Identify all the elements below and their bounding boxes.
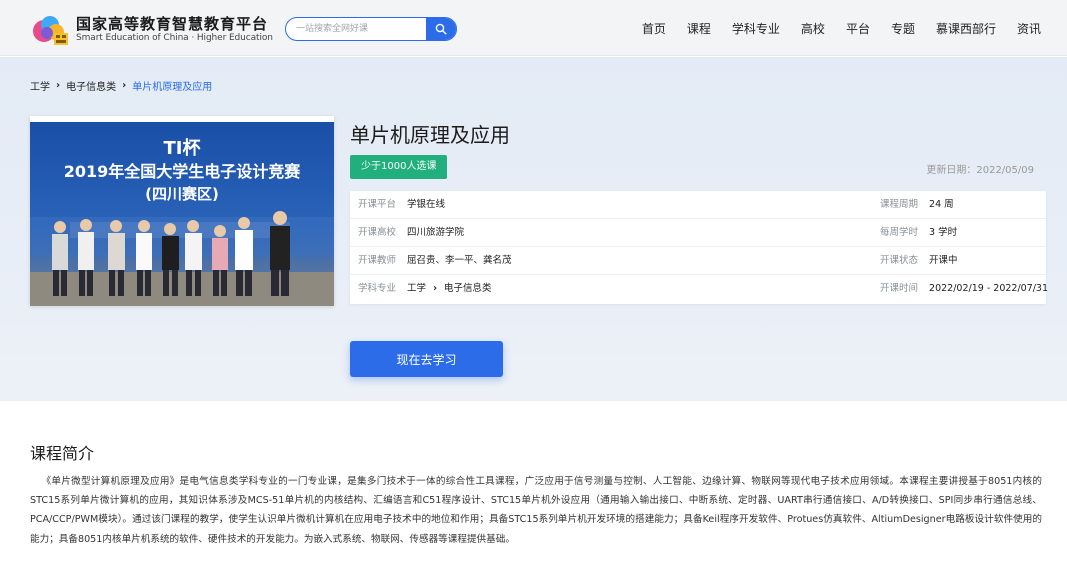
nav-courses[interactable]: 课程 — [687, 20, 711, 37]
nav-universities[interactable]: 高校 — [801, 20, 825, 37]
teachers-label: 开课教师 — [358, 255, 397, 266]
breadcrumb-current: 单片机原理及应用 — [132, 82, 213, 93]
breadcrumb-engineering[interactable]: 工学 — [30, 78, 50, 93]
logo-title-en: Smart Education of China · Higher Educat… — [76, 33, 273, 43]
school-value[interactable]: 四川旅游学院 — [407, 227, 464, 238]
weekly-hours-label: 每周学时 — [880, 227, 919, 238]
course-intro-section: 课程简介 《单片微型计算机原理及应用》是电气信息类学科专业的一门专业课，是集多门… — [0, 401, 1067, 570]
nav-news[interactable]: 资讯 — [1017, 20, 1041, 37]
intro-text: 《单片微型计算机原理及应用》是电气信息类学科专业的一门专业课，是集多门技术于一体… — [30, 476, 1042, 545]
platform-value[interactable]: 学银在线 — [407, 199, 445, 210]
enrollment-badge: 少于1000人选课 — [350, 155, 448, 179]
search-icon — [435, 23, 447, 35]
teachers-value: 屈召贵、李一平、龚名茂 — [407, 255, 512, 266]
nav-topics[interactable]: 专题 — [891, 20, 915, 37]
intro-title: 课程简介 — [30, 444, 95, 463]
cover-line-1: TI杯 — [164, 137, 202, 159]
breadcrumb: 工学 › 电子信息类 › 单片机原理及应用 — [30, 78, 212, 93]
cover-line-3: (四川赛区) — [145, 185, 219, 203]
subject-value-engineering[interactable]: 工学 — [407, 283, 426, 294]
course-cover-image: TI杯 2019年全国大学生电子设计竞赛 (四川赛区) — [30, 116, 334, 306]
info-row-teachers: 开课教师 屈召贵、李一平、龚名茂 开课状态 开课中 — [350, 247, 1046, 275]
platform-label: 开课平台 — [358, 199, 397, 210]
time-value: 2022/02/19 - 2022/07/31 — [929, 283, 1049, 294]
chevron-right-icon: › — [433, 283, 438, 294]
info-row-subject: 学科专业 工学 › 电子信息类 开课时间 2022/02/19 - 2022/0… — [350, 275, 1049, 303]
weekly-hours-value: 3 学时 — [929, 227, 958, 238]
chevron-right-icon: › — [122, 80, 127, 91]
status-label: 开课状态 — [880, 255, 919, 266]
period-value: 24 周 — [929, 199, 954, 210]
nav-home[interactable]: 首页 — [642, 20, 666, 37]
time-label: 开课时间 — [880, 283, 919, 294]
search-button[interactable] — [426, 18, 456, 40]
school-label: 开课高校 — [358, 227, 397, 238]
cover-photo: TI杯 2019年全国大学生电子设计竞赛 (四川赛区) — [30, 122, 334, 306]
subject-label: 学科专业 — [358, 283, 397, 294]
nav-mooc-west[interactable]: 慕课西部行 — [936, 20, 996, 37]
status-value: 开课中 — [929, 255, 958, 266]
course-hero: 工学 › 电子信息类 › 单片机原理及应用 TI杯 2019年全国大学生电子设计… — [0, 57, 1067, 401]
breadcrumb-electronics[interactable]: 电子信息类 — [66, 78, 116, 93]
course-info-card: 开课平台 学银在线 课程周期 24 周 开课高校 四川旅游学院 每周学时 3 学… — [350, 191, 1049, 304]
info-row-platform: 开课平台 学银在线 课程周期 24 周 — [350, 191, 1046, 219]
chevron-right-icon: › — [56, 80, 61, 91]
search-input[interactable] — [286, 18, 428, 40]
main-nav: 首页 课程 学科专业 高校 平台 专题 慕课西部行 资讯 — [621, 0, 1041, 56]
logo-title-cn: 国家高等教育智慧教育平台 — [76, 15, 269, 33]
nav-disciplines[interactable]: 学科专业 — [732, 20, 780, 37]
platform-logo-icon — [33, 16, 68, 45]
subject-value-electronics[interactable]: 电子信息类 — [444, 283, 492, 294]
period-label: 课程周期 — [880, 199, 919, 210]
start-learning-button[interactable]: 现在去学习 — [350, 341, 503, 377]
course-title: 单片机原理及应用 — [350, 123, 510, 147]
search-box — [285, 17, 457, 41]
top-header: 国家高等教育智慧教育平台 Smart Education of China · … — [0, 0, 1067, 56]
info-row-school: 开课高校 四川旅游学院 每周学时 3 学时 — [350, 219, 1046, 247]
site-logo[interactable]: 国家高等教育智慧教育平台 Smart Education of China · … — [30, 11, 273, 47]
nav-platforms[interactable]: 平台 — [846, 20, 870, 37]
update-date: 更新日期：2022/05/09 — [926, 165, 1034, 176]
cover-line-2: 2019年全国大学生电子设计竞赛 — [64, 162, 302, 181]
